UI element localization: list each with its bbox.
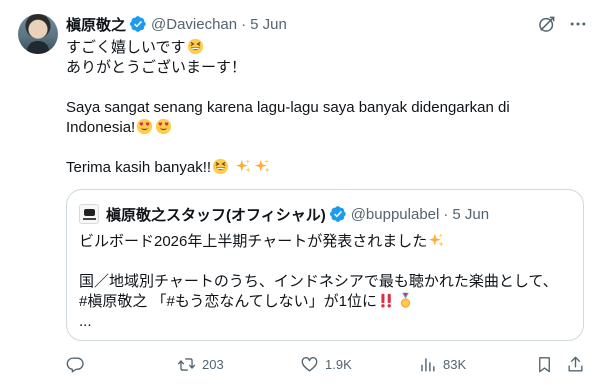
quote-display-name: 槇原敬之スタッフ(オフィシャル) <box>106 206 326 224</box>
avatar[interactable] <box>18 14 58 54</box>
sparkles-emoji-icon <box>254 158 271 175</box>
quote-avatar <box>79 204 99 224</box>
more-icon[interactable] <box>568 14 588 34</box>
retweet-count: 203 <box>202 357 224 372</box>
quote-timestamp: 5 Jun <box>452 205 490 223</box>
verified-badge-icon <box>129 16 146 32</box>
reply-icon <box>66 357 84 373</box>
tweet-line: すごく嬉しいです <box>66 38 586 58</box>
quote-line: ビルボード2026年上半期チャートが発表されました <box>79 232 574 252</box>
quote-handle: @buppulabel <box>350 205 440 223</box>
heart-eyes-emoji-icon <box>155 118 172 135</box>
sparkles-emoji-icon <box>235 158 252 175</box>
views-icon <box>421 358 435 372</box>
double-exclamation-emoji-icon <box>378 292 395 309</box>
tweet-card[interactable]: 槇原敬之 @Daviechan · 5 Jun すごく嬉しいです ありがとうござ… <box>0 0 601 390</box>
tweet-line: Terima kasih banyak!! <box>66 158 586 178</box>
reply-button[interactable] <box>66 355 85 374</box>
grinning-emoji-icon <box>212 158 229 175</box>
bookmark-button[interactable] <box>535 355 554 374</box>
tweet-line: ありがとうございまーす！ <box>66 59 247 76</box>
bookmark-icon <box>539 357 550 373</box>
sparkles-emoji-icon <box>428 232 445 249</box>
share-button[interactable] <box>566 355 585 374</box>
separator-dot: · <box>241 15 247 33</box>
like-button[interactable]: 1.9K <box>300 355 352 374</box>
quote-text: ビルボード2026年上半期チャートが発表されました 国／地域別チャートのうち、イ… <box>79 232 574 332</box>
verified-badge-icon <box>329 206 346 222</box>
views-count: 83K <box>443 357 467 372</box>
handle[interactable]: @Daviechan <box>151 16 237 33</box>
heart-eyes-emoji-icon <box>136 118 153 135</box>
tweet-header: 槇原敬之 @Daviechan · 5 Jun <box>66 14 287 34</box>
tweet-line: Indonesia! <box>66 118 586 138</box>
quote-ellipsis: ... <box>79 313 92 330</box>
retweet-icon <box>177 358 196 371</box>
quote-header: 槇原敬之スタッフ(オフィシャル) @buppulabel · 5 Jun <box>79 204 489 224</box>
quoted-tweet[interactable]: 槇原敬之スタッフ(オフィシャル) @buppulabel · 5 Jun ビルボ… <box>66 189 584 341</box>
timestamp[interactable]: 5 Jun <box>250 16 287 33</box>
quote-line: #槇原敬之 「#もう恋なんてしない」が1位に <box>79 292 574 312</box>
tweet-text: すごく嬉しいです ありがとうございまーす！ Saya sangat senang… <box>66 38 586 178</box>
share-icon <box>568 356 583 372</box>
retweet-button[interactable]: 203 <box>177 355 224 374</box>
tweet-line: Saya sangat senang karena lagu-lagu saya… <box>66 99 510 116</box>
grinning-emoji-icon <box>187 38 204 55</box>
views-button[interactable]: 83K <box>418 355 466 374</box>
grok-icon[interactable] <box>537 14 557 34</box>
action-bar: 203 1.9K 83K <box>66 355 586 375</box>
quote-line: 国／地域別チャートのうち、インドネシアで最も聴かれた楽曲として、 <box>79 273 558 290</box>
like-icon <box>301 357 318 372</box>
header-icons <box>537 14 588 34</box>
medal-emoji-icon <box>397 292 414 309</box>
separator-dot: · <box>443 205 449 223</box>
like-count: 1.9K <box>325 357 352 372</box>
display-name[interactable]: 槇原敬之 <box>66 14 126 35</box>
